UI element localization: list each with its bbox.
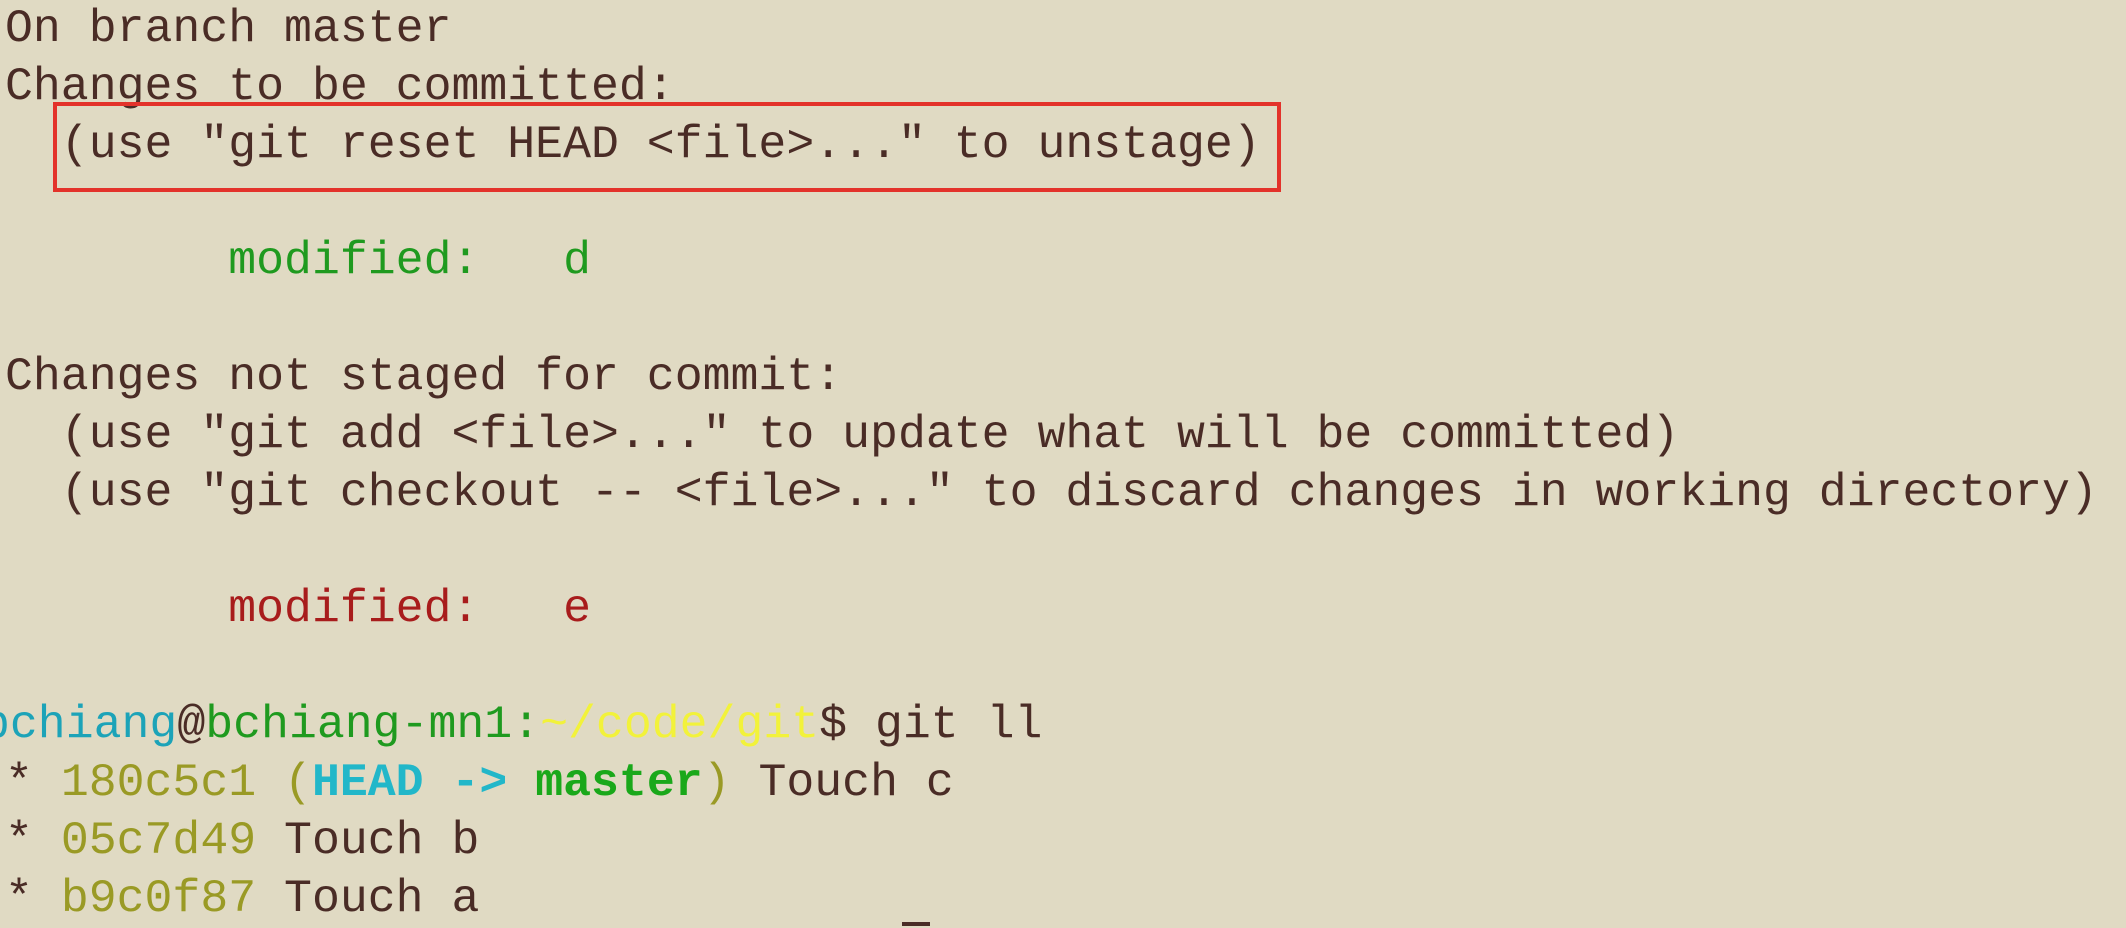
refs-close: ) (702, 756, 731, 809)
prompt-path: ~/code/git (540, 698, 820, 751)
log-bullet: * (5, 814, 61, 867)
head-ref: HEAD (311, 756, 424, 809)
terminal-window[interactable]: On branch master Changes to be committed… (0, 0, 2126, 928)
unstaged-hint-add: (use "git add <file>..." to update what … (5, 408, 1680, 461)
log-bullet: * (5, 872, 61, 925)
prompt-at: @ (177, 698, 206, 751)
log-entry: * 180c5c1 (HEAD -> master) Touch c (5, 754, 954, 812)
commit-message: Touch b (256, 814, 480, 867)
refs-open: ( (256, 756, 312, 809)
log-entry: * 05c7d49 Touch b (5, 812, 479, 870)
unstaged-header: Changes not staged for commit: (5, 350, 843, 403)
highlight-box (53, 102, 1281, 192)
prompt-command: git ll (874, 698, 1043, 751)
prompt-colon: : (512, 698, 541, 751)
unstaged-file-name: e (563, 582, 591, 635)
staged-file-label: modified: (5, 234, 564, 287)
prompt-user: bchiang (0, 698, 178, 751)
commit-message: Touch a (256, 872, 480, 925)
unstaged-file-label: modified: (5, 582, 564, 635)
prompt-symbol: $ (819, 698, 875, 751)
commit-hash: 180c5c1 (60, 756, 257, 809)
commit-message: Touch c (730, 756, 954, 809)
branch-line: On branch master (5, 2, 452, 55)
staged-file-name: d (563, 234, 591, 287)
log-entry: * b9c0f87 Touch a (5, 870, 479, 928)
unstaged-file-line: modified: e (5, 580, 591, 638)
prompt-host: bchiang-mn1 (205, 698, 513, 751)
ref-arrow: -> (423, 756, 536, 809)
unstaged-hint-checkout: (use "git checkout -- <file>..." to disc… (5, 466, 2098, 519)
commit-hash: b9c0f87 (60, 872, 257, 925)
text-cursor (902, 922, 930, 926)
log-bullet: * (5, 756, 61, 809)
branch-ref: master (535, 756, 703, 809)
commit-hash: 05c7d49 (60, 814, 257, 867)
prompt-line: bchiang@bchiang-mn1:~/code/git$ git ll (0, 696, 1042, 754)
staged-file-line: modified: d (5, 232, 591, 290)
